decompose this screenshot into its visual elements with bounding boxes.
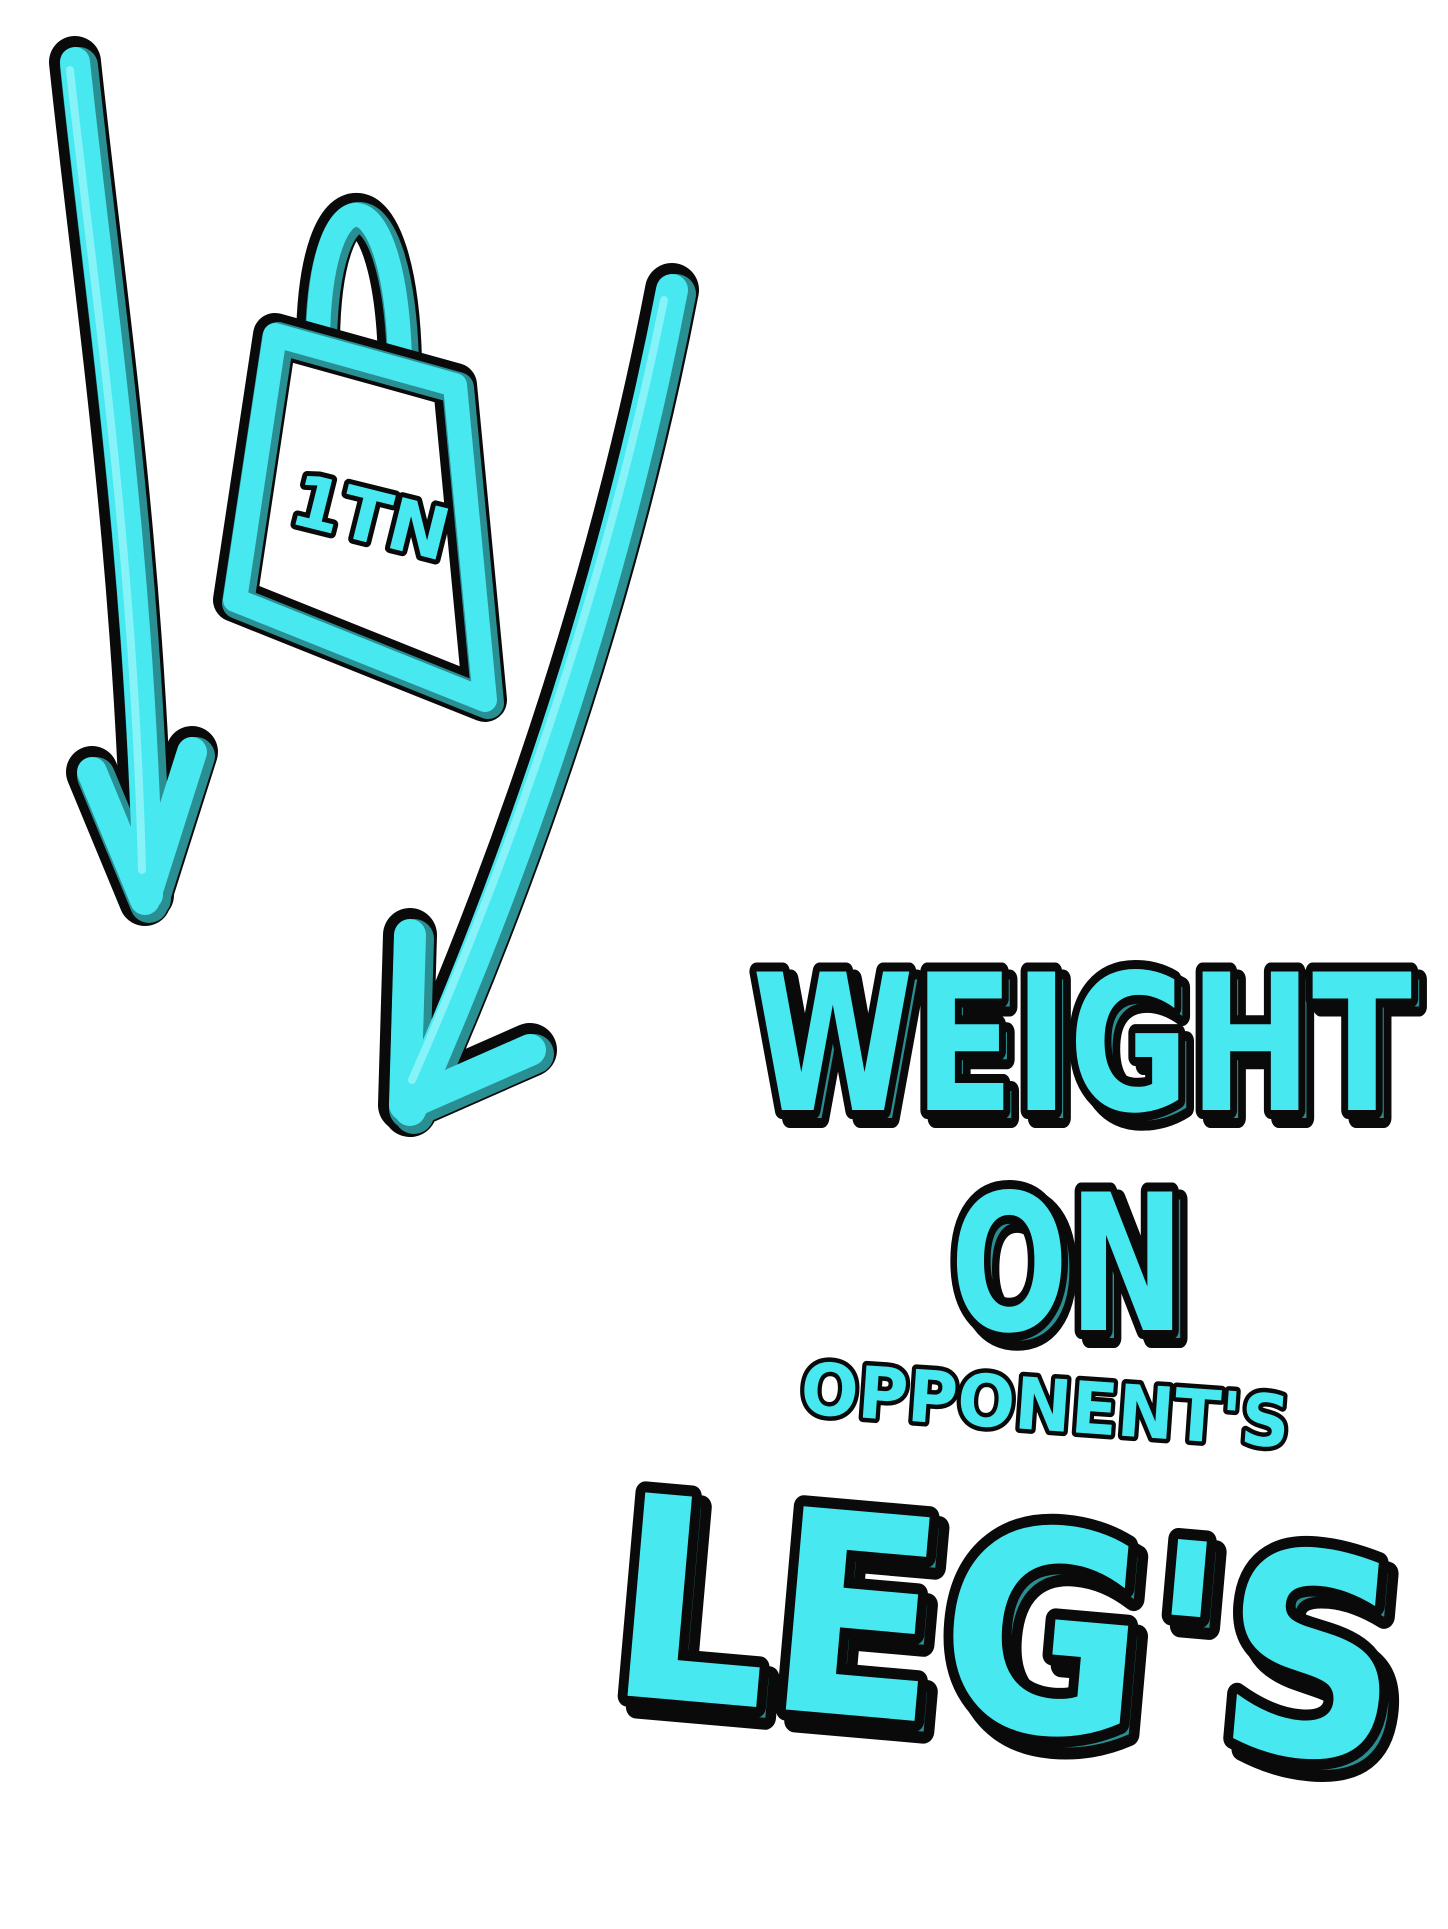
- arrow-down-icon: [49, 36, 218, 926]
- weight-label: 1TN: [283, 457, 458, 577]
- drawing-canvas: 1TN WEIGHT WEIGHT ON ON OPPONENT'S LEG'S…: [49, 36, 1435, 1852]
- caption: WEIGHT WEIGHT ON ON OPPONENT'S LEG'S LEG…: [588, 925, 1435, 1852]
- caption-line-weight: WEIGHT: [752, 934, 1412, 1155]
- caption-line-legs: LEG'S: [599, 1436, 1414, 1830]
- weight-bag-icon: 1TN: [213, 193, 507, 722]
- caption-line-opponents: OPPONENT'S: [798, 1346, 1293, 1464]
- caption-line-on: ON: [950, 1154, 1185, 1375]
